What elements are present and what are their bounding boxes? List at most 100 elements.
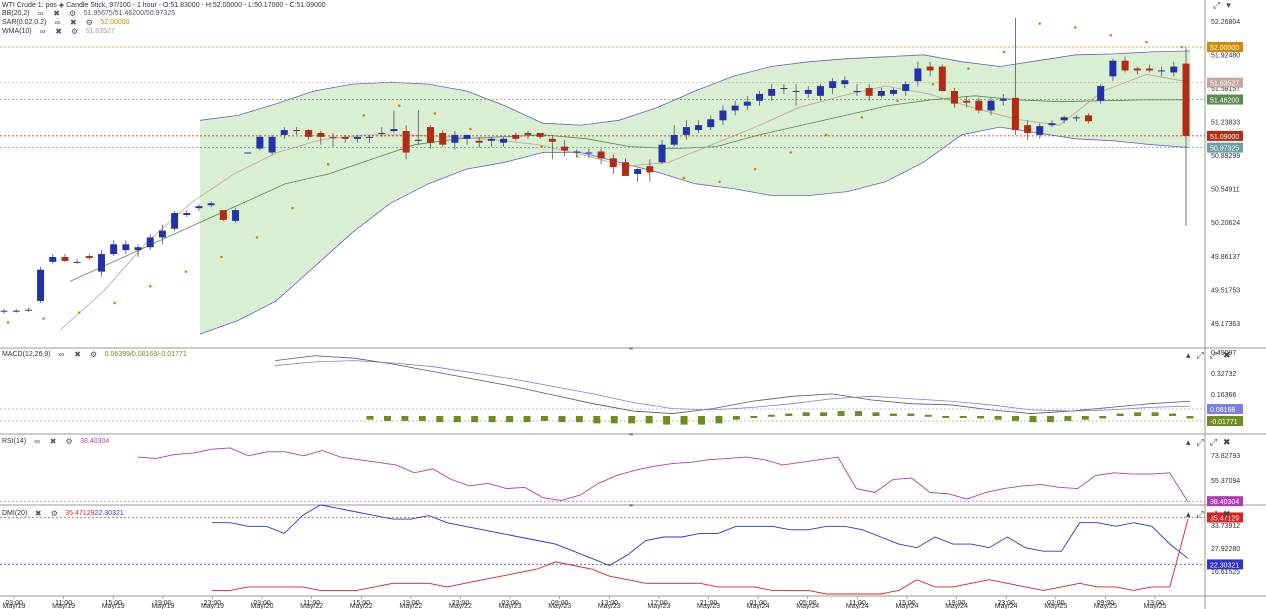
- chart-canvas: ≡≡≡52.2680451.9248051.5815751.2383350.89…: [0, 0, 1266, 609]
- price-tag-label: 52.00000: [1210, 45, 1239, 52]
- macd-histogram-bar: [593, 416, 601, 424]
- sar-dot: [113, 301, 117, 305]
- candle-body: [902, 84, 910, 91]
- candle-body: [926, 66, 934, 71]
- macd-histogram-bar: [1116, 413, 1124, 416]
- visibility-icon[interactable]: ∞: [38, 27, 48, 37]
- candle-body: [536, 132, 544, 137]
- candle-body: [1060, 117, 1068, 121]
- dmi-minus-line: [212, 518, 1189, 595]
- candle-body: [634, 169, 642, 174]
- close-icon[interactable]: ✖: [1223, 350, 1231, 361]
- up-icon[interactable]: ▴: [1186, 437, 1191, 448]
- close-icon[interactable]: ✖: [73, 350, 83, 360]
- macd-histogram-bar: [1099, 416, 1107, 419]
- maximize-icon[interactable]: ⤢: [1210, 350, 1217, 361]
- close-icon[interactable]: ✖: [54, 27, 64, 37]
- x-axis-date-label: May/23: [548, 603, 571, 609]
- candle-body: [1048, 123, 1056, 126]
- candle-body: [963, 100, 971, 103]
- x-axis-date-label: May/19: [102, 603, 125, 609]
- candle-body: [122, 244, 130, 251]
- sar-dot: [220, 255, 223, 259]
- candle-body: [280, 130, 288, 135]
- candle-body: [390, 129, 398, 132]
- candle-body: [731, 105, 739, 111]
- candle-body: [146, 237, 154, 248]
- close-icon[interactable]: ✖: [33, 509, 43, 519]
- candle-body: [524, 132, 532, 135]
- settings-icon[interactable]: ⚙: [64, 437, 74, 447]
- collapse-icon[interactable]: ▾: [1226, 0, 1231, 11]
- candle-body: [402, 131, 410, 153]
- macd-histogram-bar: [855, 411, 863, 416]
- candle-body: [171, 213, 179, 229]
- candle-body: [1109, 60, 1117, 77]
- trading-chart-window: ≡ ≡ ≡ 52.26804 51.92480 51.58157 51.23833 50.89…: [0, 0, 1266, 609]
- sar-dot: [255, 236, 259, 239]
- settings-icon[interactable]: ⚙: [70, 27, 80, 37]
- candle-body: [24, 309, 32, 311]
- price-axis-label: 50.89299: [1211, 153, 1240, 160]
- macd-histogram-bar: [802, 412, 810, 416]
- up-icon[interactable]: ▴: [1186, 350, 1191, 361]
- candle-body: [353, 136, 361, 139]
- close-icon[interactable]: ✖: [1223, 437, 1231, 448]
- price-axis-label: 49.86137: [1211, 254, 1240, 261]
- splitter-handle: ≡: [629, 503, 633, 510]
- expand-icon[interactable]: ⤢: [1197, 350, 1204, 361]
- macd-tag-label: -0.01771: [1210, 419, 1238, 426]
- candle-body: [1085, 115, 1093, 122]
- sar-dot: [931, 82, 935, 86]
- macd-signal-line: [274, 360, 1191, 412]
- macd-histogram-bar: [1012, 416, 1020, 421]
- rsi-legend: RSI(14) ∞ ✖ ⚙ 38.40304: [2, 437, 109, 447]
- candle-body: [804, 89, 812, 94]
- expand-icon[interactable]: ⤢: [1197, 437, 1204, 448]
- candle-body: [1133, 68, 1141, 71]
- candle-body: [938, 66, 946, 91]
- candle-body: [914, 68, 922, 82]
- candle-body: [829, 81, 837, 89]
- macd-histogram-bar: [942, 416, 950, 418]
- candle-body: [463, 134, 471, 139]
- rsi-axis-label: 55.37094: [1211, 478, 1240, 485]
- candle-body: [158, 230, 166, 238]
- settings-icon[interactable]: ⚙: [89, 350, 99, 360]
- candle-body: [695, 125, 703, 131]
- visibility-icon[interactable]: ∞: [57, 350, 67, 360]
- x-axis-date-label: May/25: [1044, 603, 1067, 609]
- sar-dot: [682, 176, 686, 180]
- dmi-minus-value: 22.30321: [94, 510, 124, 517]
- x-axis-date-label: May/24: [945, 603, 968, 609]
- maximize-icon[interactable]: ⤢: [1210, 509, 1217, 520]
- macd-label: MACD(12,26,9): [2, 351, 51, 358]
- candle-body: [1024, 125, 1032, 133]
- settings-icon[interactable]: ⚙: [49, 509, 59, 519]
- macd-axis-label: 0.16366: [1211, 392, 1236, 399]
- sar-dot: [469, 127, 472, 131]
- candle-body: [475, 140, 483, 143]
- up-icon[interactable]: ▴: [1186, 509, 1191, 520]
- candle-body: [451, 134, 459, 143]
- expand-icon[interactable]: ⤢: [1197, 509, 1204, 520]
- candle-body: [987, 100, 995, 111]
- visibility-icon[interactable]: ∞: [32, 437, 42, 447]
- candle-body: [329, 136, 337, 138]
- close-icon[interactable]: ✖: [1223, 509, 1231, 520]
- maximize-icon[interactable]: ⤢: [1210, 437, 1217, 448]
- candle-body: [816, 86, 824, 96]
- candle-body: [500, 138, 508, 143]
- macd-histogram-bar: [994, 416, 1002, 420]
- sar-dot: [575, 155, 579, 158]
- macd-histogram-bar: [837, 411, 845, 416]
- sar-dot: [42, 317, 45, 320]
- expand-icon[interactable]: ⤢: [1213, 0, 1220, 11]
- candle-body: [585, 152, 593, 154]
- candle-body: [85, 256, 93, 258]
- candle-body: [1097, 86, 1105, 101]
- close-icon[interactable]: ✖: [48, 437, 58, 447]
- candle-body: [305, 130, 313, 137]
- sar-dot: [291, 206, 294, 210]
- rsi-label: RSI(14): [2, 438, 27, 445]
